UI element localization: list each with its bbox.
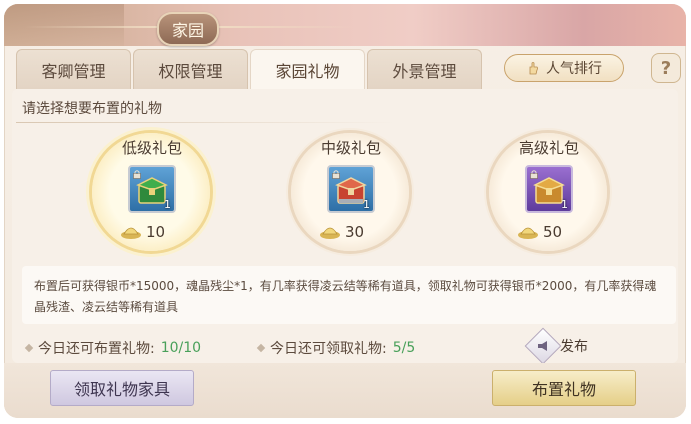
gift-count: 1	[164, 198, 171, 211]
lock-icon	[133, 170, 141, 179]
place-remaining-stat: 今日还可布置礼物: 10/10	[24, 338, 202, 358]
gift-name: 高级礼包	[518, 139, 579, 157]
help-button[interactable]: ?	[651, 53, 681, 83]
gift-cost-value: 30	[345, 223, 365, 241]
publish-label: 发布	[560, 339, 588, 355]
place-remaining-label: 今日还可布置礼物:	[38, 341, 155, 357]
gift-selection-prompt: 请选择想要布置的礼物	[22, 101, 162, 117]
tab-exterior-management[interactable]: 外景管理	[367, 49, 482, 89]
gift-item-slot[interactable]: 1	[525, 165, 573, 213]
bullet-icon	[256, 343, 266, 353]
gift-cost-value: 50	[543, 223, 563, 241]
reward-info-text: 布置后可获得银币*15000，魂晶残尘*1，有几率获得凌云结等稀有道具，领取礼物…	[22, 266, 676, 324]
lock-icon	[332, 170, 340, 179]
gift-name: 低级礼包	[121, 139, 182, 157]
silver-ingot-icon	[518, 227, 538, 239]
gift-high-level[interactable]: 高级礼包 1 50	[483, 125, 615, 261]
home-panel: 家园 客卿管理 权限管理 家园礼物 外景管理 人气排行 ? 请选择想要布置的礼物…	[4, 4, 686, 418]
gift-cost-value: 10	[146, 223, 166, 241]
popularity-ranking-label: 人气排行	[546, 61, 602, 77]
gift-count: 1	[561, 198, 568, 211]
publish-button[interactable]: 发布	[524, 327, 660, 365]
gift-low-level[interactable]: 低级礼包 1 10	[86, 125, 218, 261]
tab-guest-management[interactable]: 客卿管理	[16, 49, 131, 89]
gift-cost: 50	[517, 223, 562, 241]
place-gift-button[interactable]: 布置礼物	[492, 370, 636, 406]
gift-cost: 30	[319, 223, 364, 241]
prompt-divider	[16, 122, 396, 123]
tab-permission-management[interactable]: 权限管理	[133, 49, 248, 89]
silver-ingot-icon	[320, 227, 340, 239]
gift-count: 1	[363, 198, 370, 211]
claim-remaining-value: 5/5	[392, 340, 416, 356]
bullet-icon	[24, 343, 34, 353]
popularity-ranking-button[interactable]: 人气排行	[504, 54, 624, 82]
gift-mid-level[interactable]: 中级礼包 1 30	[285, 125, 417, 261]
hand-icon	[529, 62, 538, 75]
place-remaining-value: 10/10	[160, 340, 202, 356]
claim-remaining-label: 今日还可领取礼物:	[270, 341, 387, 357]
claim-gift-furniture-button[interactable]: 领取礼物家具	[50, 370, 194, 406]
gift-name: 中级礼包	[320, 139, 381, 157]
tab-home-gifts[interactable]: 家园礼物	[250, 49, 365, 89]
claim-remaining-stat: 今日还可领取礼物: 5/5	[256, 338, 416, 358]
megaphone-icon	[538, 341, 547, 351]
gift-item-slot[interactable]: 1	[327, 165, 375, 213]
publish-badge	[524, 327, 562, 365]
gift-item-slot[interactable]: 1	[128, 165, 176, 213]
lock-icon	[530, 170, 538, 179]
title-bar	[4, 4, 686, 46]
silver-ingot-icon	[121, 227, 141, 239]
gift-cost: 10	[120, 223, 165, 241]
roof-decoration	[4, 4, 124, 46]
page-title: 家园	[157, 12, 219, 46]
